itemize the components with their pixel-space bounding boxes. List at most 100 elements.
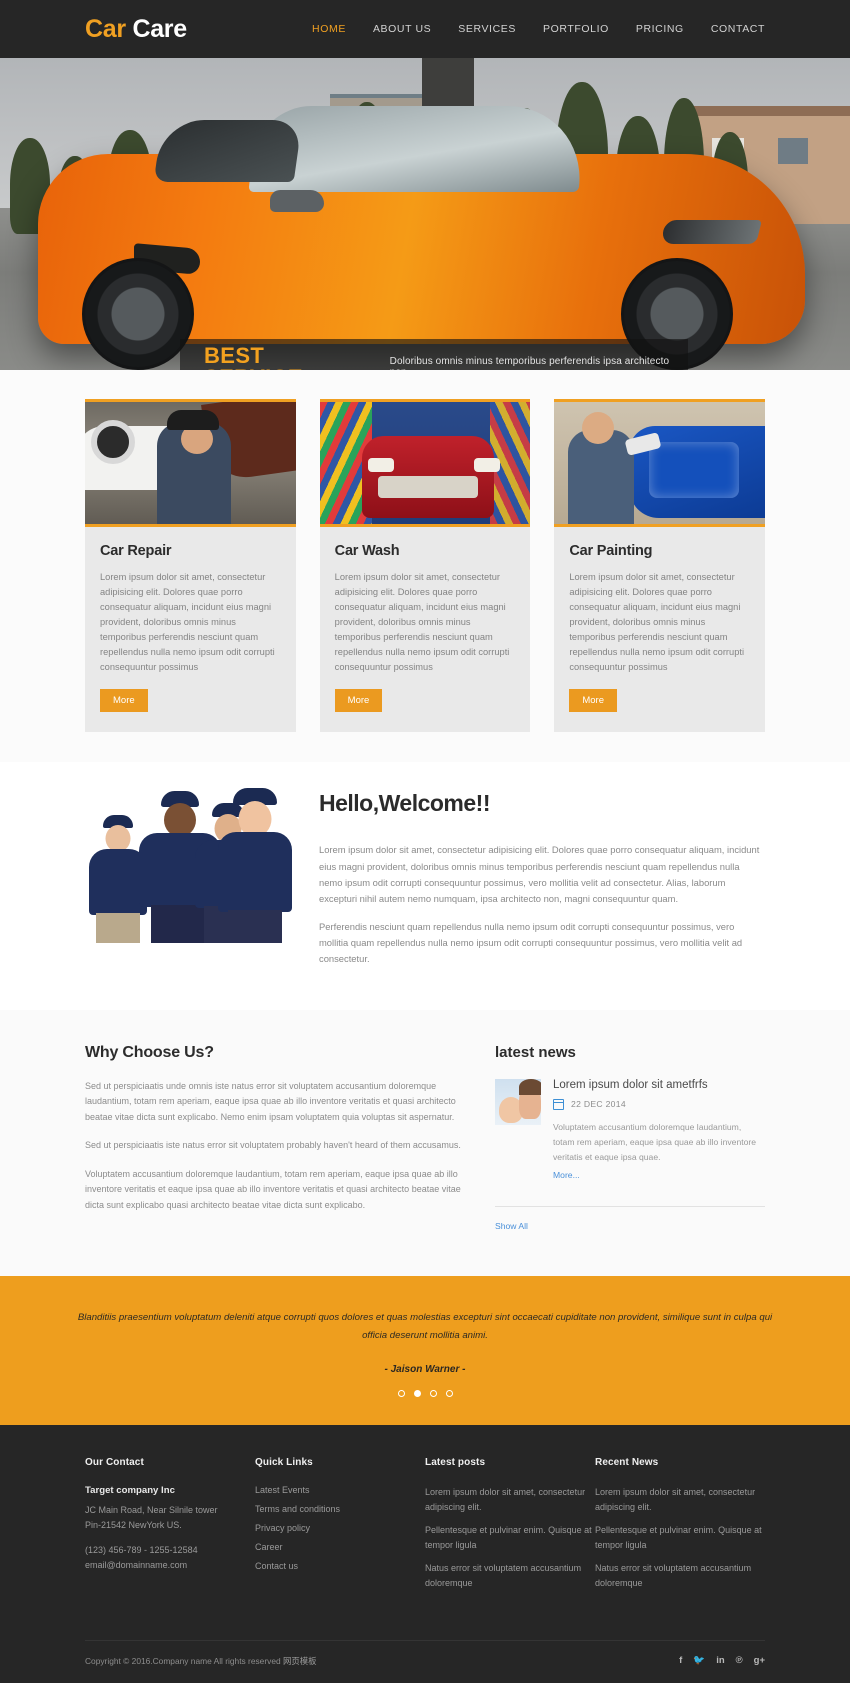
car-side-mirror <box>270 190 324 212</box>
car-wash-image <box>319 402 531 527</box>
car-side-window <box>153 120 303 182</box>
car-windshield <box>248 106 588 192</box>
footer-news-item[interactable]: Lorem ipsum dolor sit amet, consectetur … <box>595 1485 765 1514</box>
footer-post-item[interactable]: Pellentesque et pulvinar enim. Quisque a… <box>425 1523 595 1552</box>
nav-item-pricing[interactable]: PRICING <box>636 23 684 35</box>
why-paragraph-3: Voluptatem accusantium doloremque laudan… <box>85 1168 461 1210</box>
footer-link-terms[interactable]: Terms and conditions <box>255 1504 425 1514</box>
footer-link-contact-us[interactable]: Contact us <box>255 1561 425 1571</box>
banner-subtitle: Doloribus omnis minus temporibus perfere… <box>389 356 670 370</box>
nav-item-about-us[interactable]: ABOUT US <box>373 23 431 35</box>
carousel-dot-2[interactable] <box>413 1390 421 1398</box>
copyright-main: Copyright © 2016.Company name All rights… <box>85 1655 283 1666</box>
news-list-item: Lorem ipsum dolor sit ametfrfs 22 DEC 20… <box>495 1078 765 1183</box>
latest-news-title: latest news <box>495 1043 576 1061</box>
news-thumbnail <box>495 1078 541 1125</box>
footer-column-contact: Our Contact Target company Inc JC Main R… <box>85 1457 255 1599</box>
copyright-chinese-label: 网页模板 <box>282 1655 317 1666</box>
footer-link-latest-events[interactable]: Latest Events <box>255 1485 425 1495</box>
footer-news-item[interactable]: Natus error sit voluptatem accusantium d… <box>595 1561 765 1590</box>
twitter-icon[interactable]: 🐦 <box>693 1655 705 1666</box>
carousel-dot-4[interactable] <box>445 1390 453 1398</box>
site-logo[interactable]: Car Care <box>85 15 187 44</box>
more-button-car-repair[interactable]: More <box>100 689 148 713</box>
why-choose-us-block: Why Choose Us? Sed ut perspiciaatis unde… <box>85 1044 465 1234</box>
footer-phone: (123) 456-789 - 1255-12584 <box>85 1545 198 1556</box>
footer-heading-latest-posts: Latest posts <box>425 1457 486 1469</box>
footer-column-latest-posts: Latest posts Lorem ipsum dolor sit amet,… <box>425 1457 595 1599</box>
news-more-link[interactable]: More... <box>553 1170 580 1180</box>
car-front-wheel <box>82 258 194 370</box>
service-card-car-painting: Car Painting Lorem ipsum dolor sit amet,… <box>554 399 766 733</box>
carousel-dot-3[interactable] <box>429 1390 437 1398</box>
service-title: Car Painting <box>569 543 653 559</box>
googleplus-icon[interactable]: g+ <box>754 1655 765 1666</box>
show-all-link[interactable]: Show All <box>495 1221 528 1231</box>
testimonial-quote: Blanditiis praesentium voluptatum deleni… <box>77 1311 773 1342</box>
logo-text-car: Car <box>85 14 126 43</box>
more-button-car-wash[interactable]: More <box>334 689 383 713</box>
nav-item-portfolio[interactable]: PORTFOLIO <box>543 23 609 35</box>
team-photo <box>85 788 293 944</box>
car-headlamp <box>660 220 762 244</box>
site-footer: Our Contact Target company Inc JC Main R… <box>0 1425 850 1683</box>
pinterest-icon[interactable]: ℗ <box>736 1655 743 1666</box>
footer-email[interactable]: email@domainname.com <box>85 1558 255 1573</box>
footer-company-name: Target company Inc <box>85 1485 175 1497</box>
main-navigation: HOME ABOUT US SERVICES PORTFOLIO PRICING… <box>312 23 765 35</box>
facebook-icon[interactable]: f <box>679 1655 682 1666</box>
why-choose-and-news-section: Why Choose Us? Sed ut perspiciaatis unde… <box>0 1009 850 1276</box>
car-painting-image <box>554 402 766 527</box>
news-headline[interactable]: Lorem ipsum dolor sit ametfrfs <box>553 1079 765 1091</box>
why-paragraph-2: Sed ut perspiciaatis iste natus error si… <box>85 1140 461 1151</box>
footer-column-recent-news: Recent News Lorem ipsum dolor sit amet, … <box>595 1457 765 1599</box>
linkedin-icon[interactable]: in <box>716 1655 724 1666</box>
more-button-car-painting[interactable]: More <box>569 689 617 713</box>
footer-link-career[interactable]: Career <box>255 1542 425 1552</box>
car-repair-image <box>85 402 296 527</box>
welcome-paragraph-2: Perferendis nesciunt quam repellendus nu… <box>319 921 743 965</box>
welcome-title: Hello,Welcome!! <box>319 790 491 817</box>
testimonial-author: - Jaison Warner - <box>384 1364 466 1376</box>
services-section: Car Repair Lorem ipsum dolor sit amet, c… <box>0 370 850 763</box>
carousel-dot-1[interactable] <box>397 1390 405 1398</box>
footer-heading-our-contact: Our Contact <box>85 1457 144 1469</box>
footer-post-item[interactable]: Natus error sit voluptatem accusantium d… <box>425 1561 595 1590</box>
service-description: Lorem ipsum dolor sit amet, consectetur … <box>334 572 510 673</box>
footer-news-item[interactable]: Pellentesque et pulvinar enim. Quisque a… <box>595 1523 765 1552</box>
latest-news-block: latest news Lorem ipsum dolor sit ametfr… <box>487 1044 765 1234</box>
footer-heading-recent-news: Recent News <box>595 1457 659 1469</box>
banner-title: BEST SERVICE <box>204 343 303 371</box>
hero-banner: BEST SERVICE Doloribus omnis minus tempo… <box>0 58 850 370</box>
service-title: Car Wash <box>334 543 400 559</box>
testimonial-section: Blanditiis praesentium voluptatum deleni… <box>0 1275 850 1426</box>
footer-address-line-1: JC Main Road, Near Silnile tower <box>85 1505 218 1516</box>
footer-link-privacy[interactable]: Privacy policy <box>255 1523 425 1533</box>
logo-text-care: Care <box>132 14 187 43</box>
service-description: Lorem ipsum dolor sit amet, consectetur … <box>569 572 745 673</box>
footer-column-quick-links: Quick Links Latest Events Terms and cond… <box>255 1457 425 1599</box>
service-title: Car Repair <box>100 543 172 559</box>
carousel-dots <box>72 1390 778 1398</box>
copyright-bar: Copyright © 2016.Company name All rights… <box>85 1639 765 1683</box>
service-card-car-wash: Car Wash Lorem ipsum dolor sit amet, con… <box>319 399 531 733</box>
why-choose-us-title: Why Choose Us? <box>85 1043 214 1061</box>
service-description: Lorem ipsum dolor sit amet, consectetur … <box>100 572 275 673</box>
nav-item-contact[interactable]: CONTACT <box>711 23 765 35</box>
footer-address-line-2: Pin-21542 NewYork US. <box>85 1519 182 1530</box>
news-body-text: Voluptatem accusantium doloremque laudan… <box>553 1121 757 1162</box>
footer-heading-quick-links: Quick Links <box>255 1457 313 1469</box>
welcome-section: Hello,Welcome!! Lorem ipsum dolor sit am… <box>0 762 850 1010</box>
news-date-row: 22 DEC 2014 <box>552 1098 765 1110</box>
orange-sports-car <box>38 106 805 370</box>
social-links: f 🐦 in ℗ g+ <box>679 1655 765 1666</box>
news-divider: Show All <box>495 1205 765 1234</box>
footer-post-item[interactable]: Lorem ipsum dolor sit amet, consectetur … <box>425 1485 595 1514</box>
calendar-icon <box>552 1098 565 1110</box>
news-date-text: 22 DEC 2014 <box>571 1099 626 1110</box>
copyright-text: Copyright © 2016.Company name All rights… <box>85 1655 316 1667</box>
nav-item-home[interactable]: HOME <box>312 23 346 35</box>
service-card-car-repair: Car Repair Lorem ipsum dolor sit amet, c… <box>85 399 296 733</box>
nav-item-services[interactable]: SERVICES <box>458 23 516 35</box>
banner-caption-bar: BEST SERVICE Doloribus omnis minus tempo… <box>180 339 688 370</box>
